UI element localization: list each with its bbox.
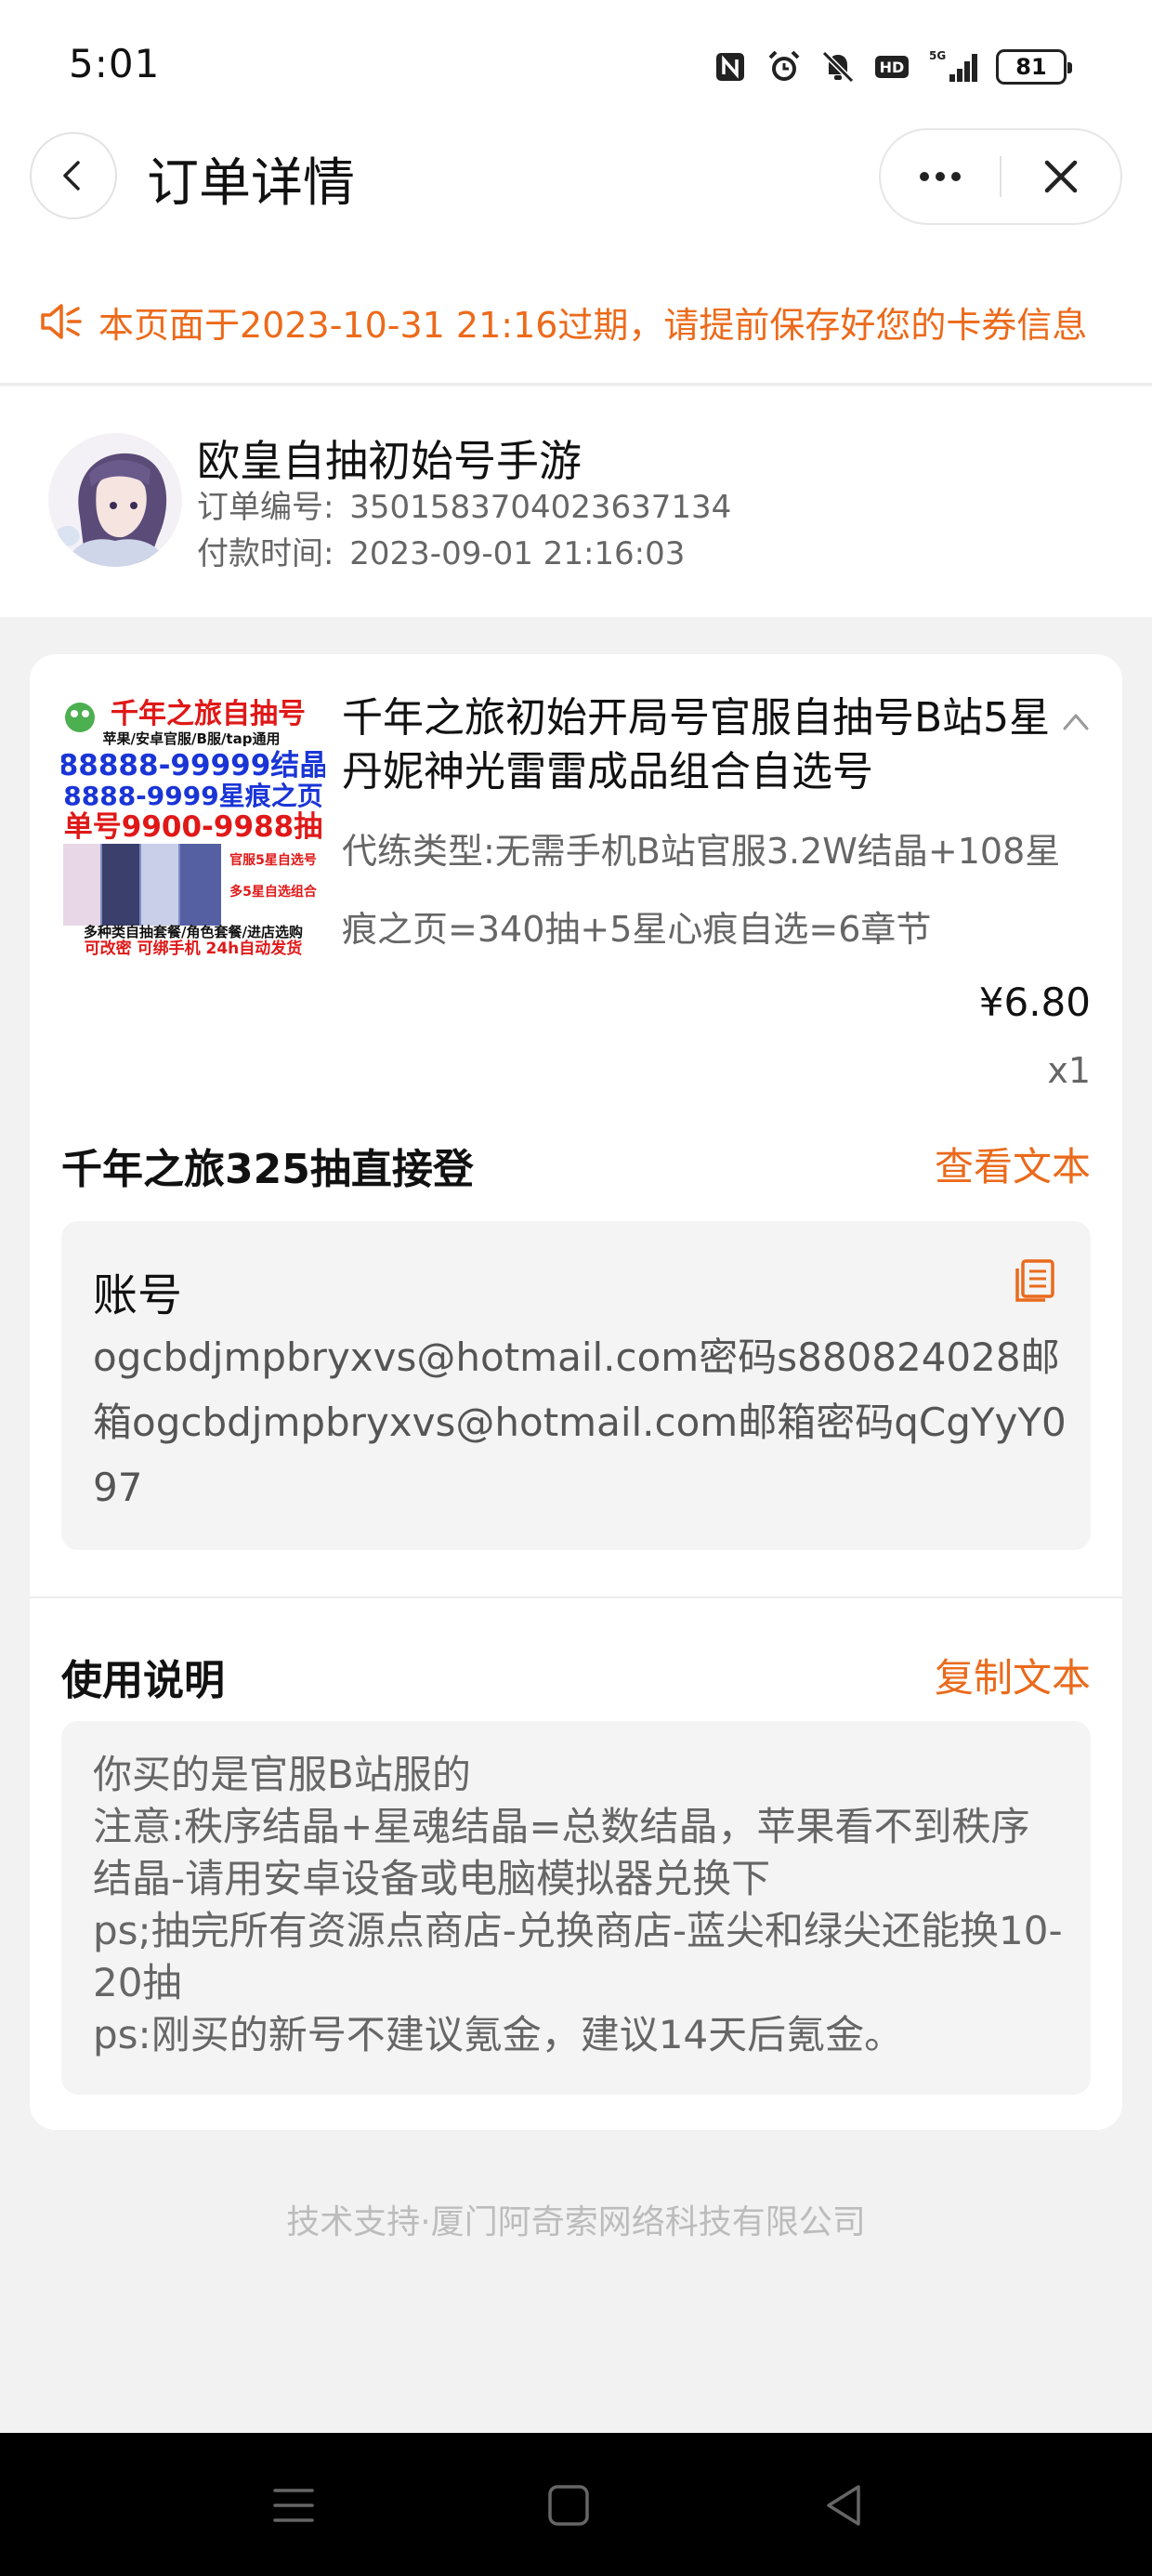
product-image-line2: 苹果/安卓官服/B服/tap通用 xyxy=(103,730,281,747)
alarm-icon xyxy=(766,48,803,85)
account-section-title: 千年之旅325抽直接登 xyxy=(61,1146,474,1193)
product-image-line6: 官服5星自选号 xyxy=(229,852,317,868)
product-image-line9: 可改密 可绑手机 24h自动发货 xyxy=(85,939,303,955)
product-image-line4: 8888-9999星痕之页 xyxy=(63,781,322,811)
product-image-line8: 多种类自抽套餐/角色套餐/进店选购 xyxy=(84,924,303,940)
battery-icon: 81 xyxy=(996,49,1072,85)
chevron-up-icon[interactable] xyxy=(1057,703,1094,740)
nfc-icon xyxy=(712,48,749,85)
product-image[interactable]: 千年之旅自抽号 苹果/安卓官服/B服/tap通用 88888-99999结晶 8… xyxy=(61,691,325,955)
bell-off-icon xyxy=(819,48,857,85)
product-image-line5: 单号9900-9988抽 xyxy=(64,810,322,844)
menu-icon[interactable] xyxy=(266,2477,321,2533)
product-quantity: x1 xyxy=(1047,1050,1091,1091)
capsule-menu xyxy=(879,128,1122,225)
chevron-left-icon xyxy=(63,161,80,191)
footer-credit: 技术支持·厦门阿奇索网络科技有限公司 xyxy=(286,2203,866,2241)
close-button[interactable] xyxy=(1001,130,1120,223)
signal-icon: 5G xyxy=(927,48,979,85)
product-image-line7: 多5星自选组合 xyxy=(229,884,318,900)
order-number-value: 3501583704023637134 xyxy=(349,489,732,526)
svg-text:5G: 5G xyxy=(929,49,946,62)
instructions-title: 使用说明 xyxy=(61,1657,225,1704)
account-value[interactable]: ogcbdjmpbryxvs@hotmail.com密码s880824028邮箱… xyxy=(93,1325,1068,1520)
instructions-box: 你买的是官服B站服的 注意:秩序结晶+星魂结晶=总数结晶，苹果看不到秩序结晶-请… xyxy=(61,1721,1091,2095)
speaker-icon xyxy=(41,304,82,339)
payment-time-label: 付款时间: xyxy=(197,535,334,572)
home-icon[interactable] xyxy=(541,2477,596,2533)
page-title: 订单详情 xyxy=(147,153,355,214)
status-time: 5:01 xyxy=(69,41,161,86)
hd-icon: HD xyxy=(873,48,910,85)
close-icon xyxy=(1044,160,1078,193)
account-box: 账号 ogcbdjmpbryxvs@hotmail.com密码s88082402… xyxy=(61,1221,1091,1550)
system-nav-bar xyxy=(0,2433,1152,2576)
product-image-line3: 88888-99999结晶 xyxy=(61,749,325,782)
status-icons: HD 5G 81 xyxy=(712,48,1072,85)
status-bar: 5:01 HD 5G 81 xyxy=(0,0,1152,121)
payment-time: 付款时间: 2023-09-01 21:16:03 xyxy=(197,528,685,573)
instructions-text[interactable]: 你买的是官服B站服的 注意:秩序结晶+星魂结晶=总数结晶，苹果看不到秩序结晶-请… xyxy=(93,1749,1068,2061)
more-dots-icon xyxy=(920,172,961,181)
instruction-line: 注意:秩序结晶+星魂结晶=总数结晶，苹果看不到秩序结晶-请用安卓设备或电脑模拟器… xyxy=(93,1804,1030,1901)
product-image-line1: 千年之旅自抽号 xyxy=(111,698,306,730)
product-title[interactable]: 千年之旅初始开局号官服自抽号B站5星丹妮神光雷雷成品组合自选号 xyxy=(342,691,1067,799)
instruction-line: 你买的是官服B站服的 xyxy=(93,1752,471,1797)
order-card: 千年之旅自抽号 苹果/安卓官服/B服/tap通用 88888-99999结晶 8… xyxy=(30,654,1122,2130)
svg-text:HD: HD xyxy=(880,59,905,76)
instruction-line: ps;抽完所有资源点商店-兑换商店-蓝尖和绿尖还能换10-20抽 xyxy=(93,1908,1063,2005)
order-number-label: 订单编号: xyxy=(197,489,334,526)
shop-name: 欧皇自抽初始号手游 xyxy=(197,436,582,486)
view-text-link[interactable]: 查看文本 xyxy=(935,1136,1091,1192)
more-button[interactable] xyxy=(881,130,1000,223)
copy-text-link[interactable]: 复制文本 xyxy=(935,1647,1091,1703)
section-divider xyxy=(30,1597,1122,1598)
instruction-line: ps:刚买的新号不建议氪金，建议14天后氪金。 xyxy=(93,2012,904,2057)
order-number: 订单编号: 3501583704023637134 xyxy=(197,481,731,527)
nav-bar: 订单详情 xyxy=(0,121,1152,260)
expiry-notice: 本页面于2023-10-31 21:16过期，请提前保存好您的卡券信息 xyxy=(0,260,1152,385)
back-button[interactable] xyxy=(30,132,117,219)
back-triangle-icon[interactable] xyxy=(816,2477,871,2533)
copy-icon[interactable] xyxy=(1011,1256,1059,1305)
payment-time-value: 2023-09-01 21:16:03 xyxy=(349,535,686,572)
product-spec: 代练类型:无需手机B站官服3.2W结晶+108星痕之页=340抽+5星心痕自选=… xyxy=(342,831,1061,950)
notice-text: 本页面于2023-10-31 21:16过期，请提前保存好您的卡券信息 xyxy=(98,304,1088,346)
shop-header: 欧皇自抽初始号手游 订单编号: 3501583704023637134 付款时间… xyxy=(0,387,1152,617)
product-price: ¥6.80 xyxy=(978,979,1091,1025)
shop-avatar[interactable] xyxy=(48,433,182,567)
account-label: 账号 xyxy=(93,1269,183,1321)
